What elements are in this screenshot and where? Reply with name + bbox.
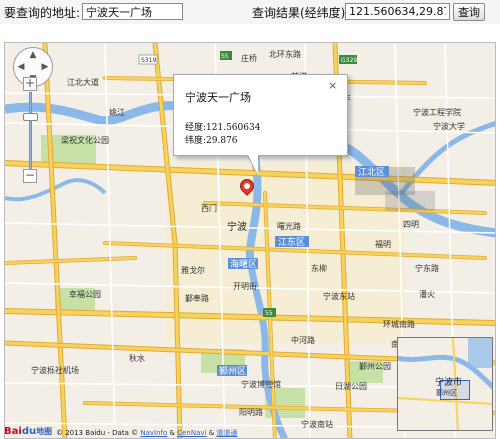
svg-text:雅戈尔: 雅戈尔 — [181, 265, 205, 275]
svg-text:环城南路: 环城南路 — [383, 319, 415, 329]
navinfo-link[interactable]: NavInfo — [140, 429, 167, 437]
road-badge-s319: S319 — [138, 54, 158, 65]
search-button[interactable]: 查询 — [453, 3, 485, 21]
zoom-in-button[interactable]: + — [23, 77, 37, 91]
pan-up-icon[interactable]: ▲ — [27, 49, 39, 61]
svg-text:鄞州公园: 鄞州公园 — [359, 361, 391, 371]
svg-text:G329: G329 — [341, 57, 357, 64]
pan-right-icon[interactable]: ▶ — [39, 61, 51, 73]
overview-district-label: 鄞州区 — [436, 389, 457, 397]
address-input[interactable] — [82, 3, 183, 20]
road-badge-55: 55 — [263, 308, 276, 317]
svg-text:四明: 四明 — [403, 220, 419, 229]
overview-map[interactable]: 宁波市 鄞州区 — [397, 337, 493, 431]
svg-text:宁东路: 宁东路 — [415, 263, 439, 273]
info-window: 宁波天一广场 × 经度:121.560634 纬度:29.876 — [173, 74, 348, 156]
zoom-slider-thumb[interactable] — [23, 113, 38, 121]
svg-text:江北大道: 江北大道 — [67, 77, 99, 87]
svg-text:福明: 福明 — [375, 240, 391, 249]
svg-text:55: 55 — [265, 310, 273, 317]
svg-text:中河路: 中河路 — [291, 335, 315, 345]
district-badge-yinzhou: 鄞州区 — [217, 365, 247, 377]
info-title: 宁波天一广场 — [185, 91, 251, 104]
svg-text:江东区: 江东区 — [278, 236, 305, 248]
svg-text:庄桥: 庄桥 — [241, 53, 257, 63]
svg-text:开明街: 开明街 — [233, 281, 257, 291]
svg-text:潘火: 潘火 — [419, 289, 435, 299]
result-label: 查询结果(经纬度): — [252, 6, 350, 20]
road-badge-g329: G329 — [339, 55, 357, 64]
svg-text:宁波大学: 宁波大学 — [433, 121, 465, 131]
svg-text:梁祝文化公园: 梁祝文化公园 — [61, 135, 109, 145]
svg-text:鄞州区: 鄞州区 — [219, 365, 246, 377]
svg-text:秋水: 秋水 — [129, 353, 145, 363]
copyright-text: © 2013 Baidu - Data © NavInfo & CenNavi … — [56, 429, 238, 437]
svg-text:幸福公园: 幸福公园 — [69, 290, 101, 299]
query-toolbar: 要查询的地址: 查询结果(经纬度): 查询 — [0, 0, 500, 24]
svg-text:阳明路: 阳明路 — [239, 407, 263, 417]
pan-left-icon[interactable]: ◀ — [15, 61, 27, 73]
district-badge-jiangdong: 江东区 — [275, 236, 309, 248]
info-latitude: 纬度:29.876 — [185, 136, 238, 146]
cennavi-link[interactable]: CenNavi — [177, 429, 206, 437]
svg-text:鄞奉路: 鄞奉路 — [185, 293, 209, 303]
svg-text:宁波栎社机场: 宁波栎社机场 — [31, 365, 79, 375]
map-footer: Baidu地图 © 2013 Baidu - Data © NavInfo & … — [0, 426, 500, 439]
svg-text:东柳: 东柳 — [311, 263, 327, 273]
zoom-slider-track[interactable] — [29, 92, 32, 170]
svg-text:S319: S319 — [141, 57, 156, 64]
district-badge-haishu: 海曙区 — [228, 258, 258, 270]
close-icon[interactable]: × — [328, 79, 337, 92]
svg-text:姚江: 姚江 — [109, 107, 125, 117]
city-label: 宁波 — [227, 220, 247, 233]
svg-text:宁波博物馆: 宁波博物馆 — [241, 379, 281, 389]
road-badge-s5: S5 — [220, 51, 232, 60]
baidu-logo[interactable]: Baidu地图 — [4, 426, 52, 437]
svg-text:宁波工程学院: 宁波工程学院 — [413, 107, 461, 117]
svg-text:曙光路: 曙光路 — [277, 221, 301, 231]
svg-text:海曙区: 海曙区 — [230, 258, 257, 270]
svg-text:日湖公园: 日湖公园 — [335, 382, 367, 391]
svg-text:宁波东站: 宁波东站 — [323, 291, 355, 301]
result-input[interactable] — [345, 3, 450, 20]
district-badge-jiangbei: 江北区 — [355, 166, 389, 178]
svg-text:S5: S5 — [221, 53, 229, 60]
info-window-tail — [248, 155, 258, 175]
info-longitude: 经度:121.560634 — [185, 123, 261, 133]
zoom-out-button[interactable]: − — [23, 169, 37, 183]
overview-city-label: 宁波市 — [435, 378, 463, 388]
daodaotong-link[interactable]: 道道通 — [216, 429, 237, 437]
svg-text:江北区: 江北区 — [358, 167, 385, 178]
svg-text:西门: 西门 — [201, 203, 217, 213]
svg-text:北环东路: 北环东路 — [269, 49, 301, 59]
marker-center-dot — [244, 183, 250, 189]
address-label: 要查询的地址: — [4, 6, 81, 20]
